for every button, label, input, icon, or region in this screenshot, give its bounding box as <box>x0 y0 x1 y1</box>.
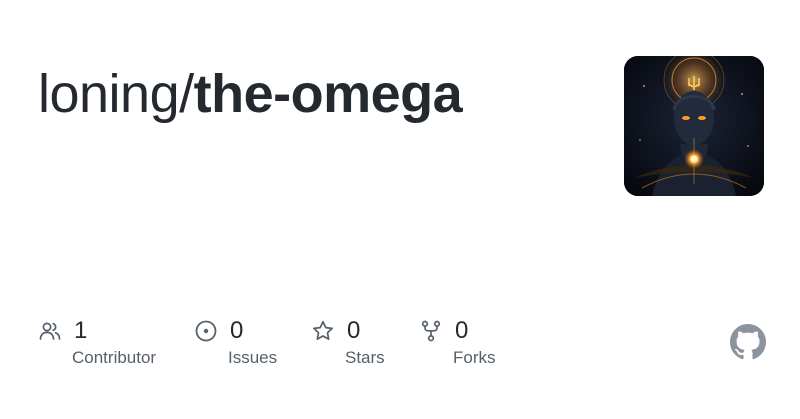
stars-label: Stars <box>345 348 385 367</box>
stat-issues[interactable]: 0 Issues <box>194 316 277 368</box>
github-mark-icon[interactable] <box>730 324 766 360</box>
issues-label: Issues <box>228 348 278 367</box>
forks-count: 0 <box>455 317 469 344</box>
contributors-label: Contributor <box>72 348 157 367</box>
stat-contributors[interactable]: 1 Contributor <box>38 316 156 368</box>
repo-owner[interactable]: loning/ <box>38 64 194 124</box>
repo-name[interactable]: the-omega <box>194 64 463 124</box>
stars-count: 0 <box>347 317 361 344</box>
star-icon <box>311 319 335 343</box>
repo-avatar <box>624 56 764 196</box>
issues-count: 0 <box>230 317 244 344</box>
issue-circle-icon <box>194 319 218 343</box>
stat-forks[interactable]: 0 Forks <box>419 316 496 368</box>
fork-icon <box>419 319 443 343</box>
contributors-count: 1 <box>74 317 88 344</box>
repo-title[interactable]: loning/the-omega <box>38 58 463 130</box>
people-icon <box>38 319 62 343</box>
forks-label: Forks <box>453 348 496 367</box>
stat-stars[interactable]: 0 Stars <box>311 316 385 368</box>
cosmic-figure-avatar <box>624 56 764 196</box>
